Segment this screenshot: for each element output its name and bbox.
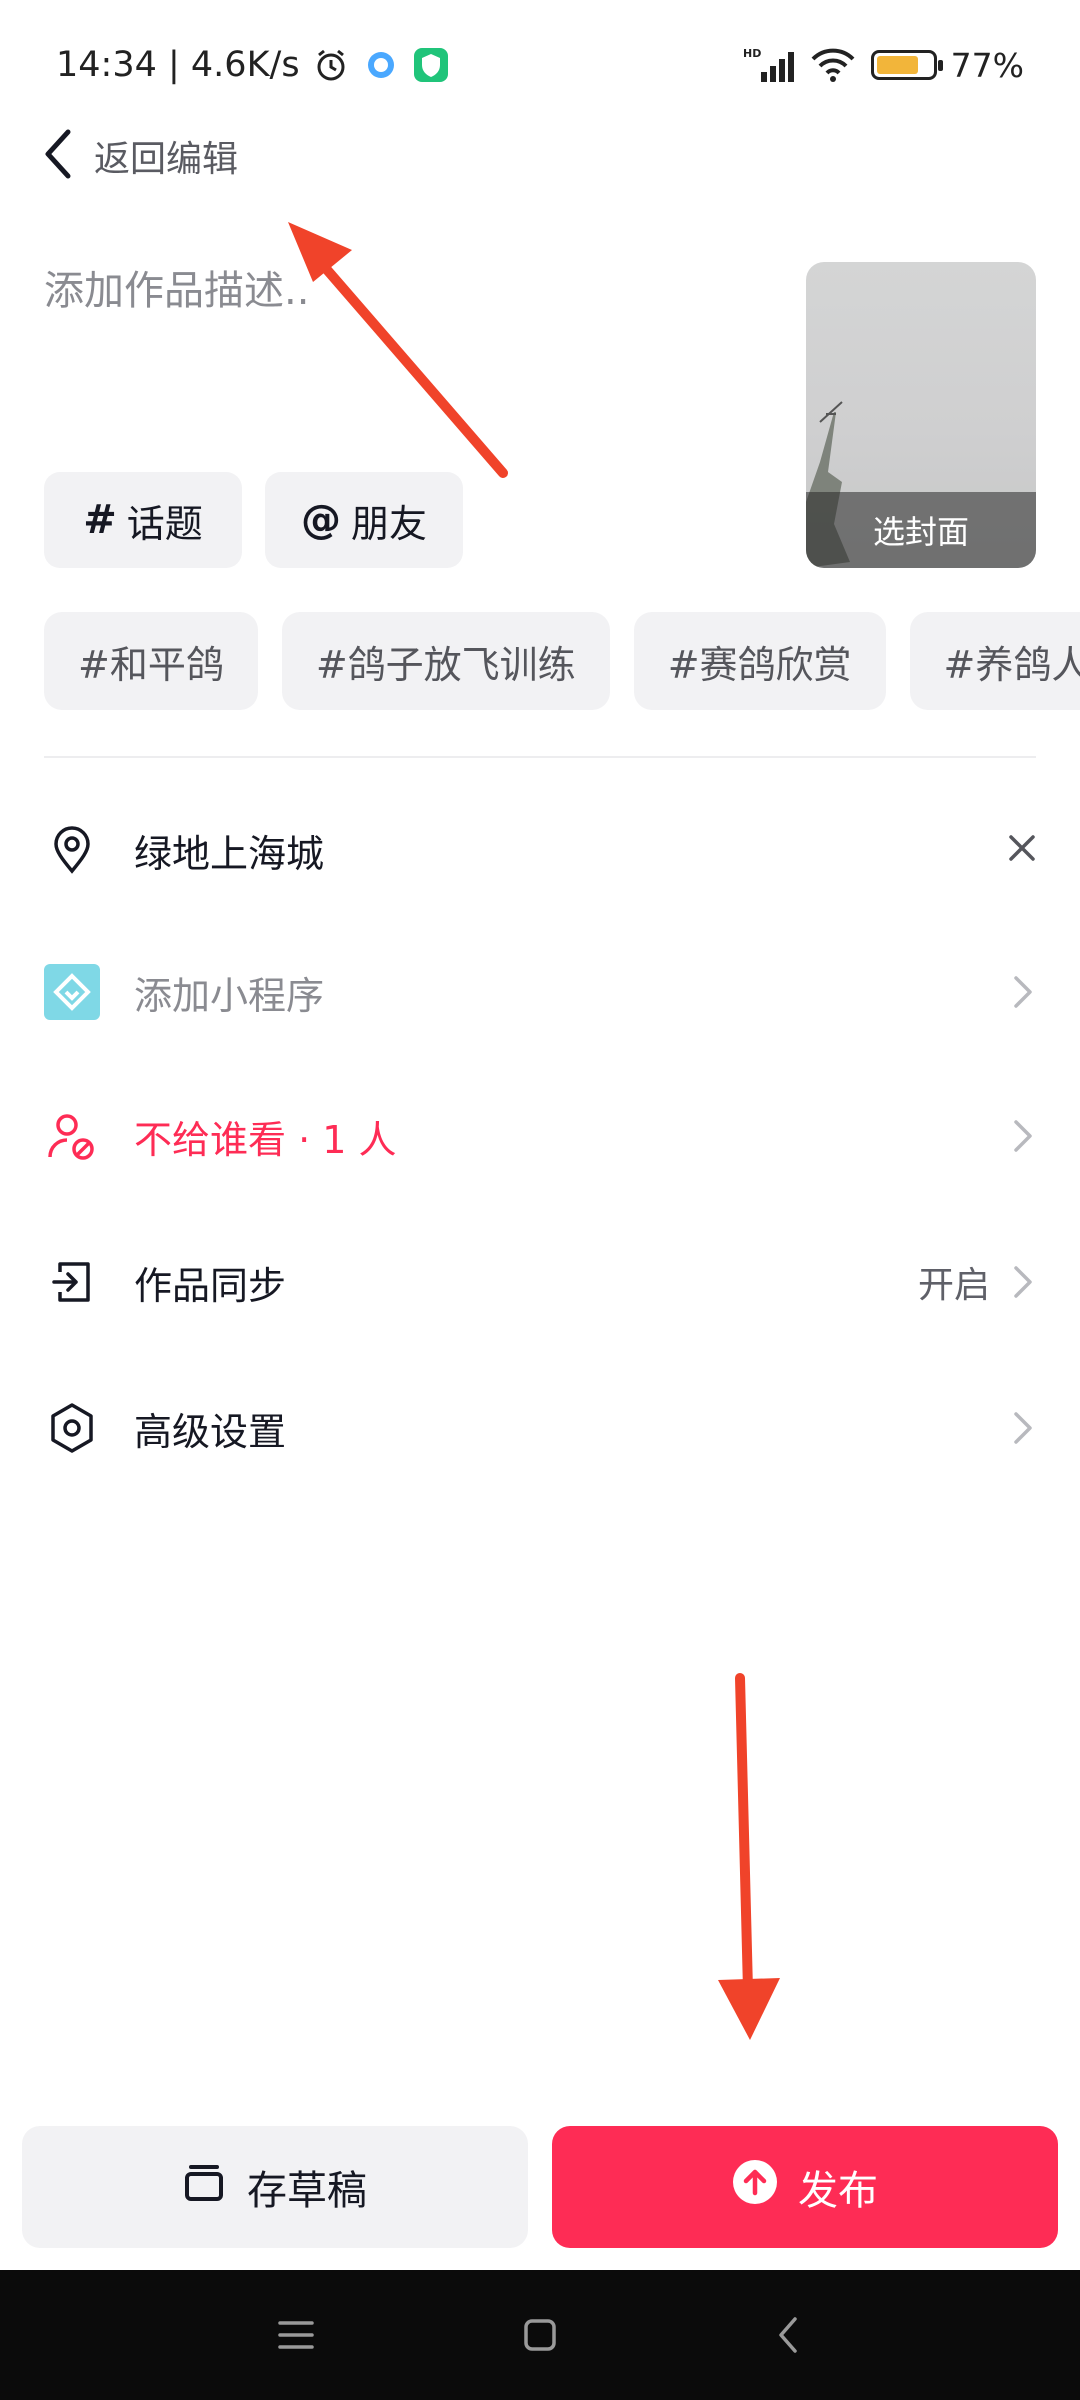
back-label: 返回编辑 bbox=[94, 139, 239, 180]
home-square-icon bbox=[524, 2319, 556, 2351]
annotation-arrow-up bbox=[288, 222, 508, 478]
remove-location-button[interactable] bbox=[1008, 830, 1036, 871]
location-pin-icon bbox=[44, 822, 100, 878]
mini-program-icon bbox=[44, 964, 100, 1020]
chevron-right-icon bbox=[1010, 1262, 1036, 1302]
battery-icon bbox=[870, 50, 943, 80]
signal-icon: HD bbox=[743, 46, 795, 84]
system-nav-bar bbox=[0, 2270, 1080, 2400]
draft-box-icon bbox=[183, 2161, 225, 2213]
mini-program-right bbox=[1010, 972, 1036, 1012]
chevron-right-icon bbox=[1010, 972, 1036, 1012]
battery-level bbox=[876, 56, 919, 74]
status-right: HD 77% bbox=[743, 40, 1024, 90]
user-block-icon bbox=[44, 1108, 100, 1164]
topic-label: 话题 bbox=[126, 501, 203, 546]
location-row[interactable]: 绿地上海城 bbox=[0, 790, 1080, 910]
mini-program-row[interactable]: 添加小程序 bbox=[0, 932, 1080, 1052]
sync-value: 开启 bbox=[917, 1265, 990, 1306]
hashtag-icon: # bbox=[83, 497, 117, 543]
recent-apps-button[interactable] bbox=[266, 2305, 326, 2365]
topic-chip[interactable]: #赛鸽欣赏 bbox=[633, 612, 886, 710]
close-icon bbox=[1008, 830, 1036, 871]
status-time: 14:34 | 4.6K/s bbox=[56, 45, 300, 85]
choose-cover-label: 选封面 bbox=[806, 492, 1036, 568]
save-draft-label: 存草稿 bbox=[247, 2168, 367, 2214]
chevron-right-icon bbox=[1010, 1408, 1036, 1448]
description-input[interactable]: 添加作品描述.. bbox=[44, 258, 309, 316]
cover-picker[interactable]: 选封面 bbox=[806, 262, 1036, 568]
back-to-edit-button[interactable]: 返回编辑 bbox=[40, 120, 238, 192]
system-back-button[interactable] bbox=[758, 2305, 818, 2365]
settings-hex-icon bbox=[44, 1400, 100, 1456]
publish-button[interactable]: 发布 bbox=[552, 2126, 1058, 2248]
location-label: 绿地上海城 bbox=[134, 831, 325, 876]
sync-label: 作品同步 bbox=[134, 1263, 287, 1308]
privacy-row[interactable]: 不给谁看 · 1 人 bbox=[0, 1076, 1080, 1196]
topic-chip[interactable]: #养鸽人 bbox=[909, 612, 1080, 710]
shield-app-icon bbox=[412, 46, 450, 84]
back-chevron-icon bbox=[40, 126, 76, 186]
status-left: 14:34 | 4.6K/s bbox=[56, 40, 450, 90]
menu-icon bbox=[278, 2321, 314, 2349]
mention-friends-button[interactable]: @ 朋友 bbox=[265, 472, 463, 568]
sync-row[interactable]: 作品同步 开启 bbox=[0, 1222, 1080, 1342]
wifi-icon bbox=[809, 46, 857, 84]
chevron-right-icon bbox=[1010, 1116, 1036, 1156]
advanced-settings-row[interactable]: 高级设置 bbox=[0, 1368, 1080, 1488]
annotation-arrow-down bbox=[718, 1673, 780, 2040]
topic-suggestions: #和平鸽 #鸽子放飞训练 #赛鸽欣赏 #养鸽人 bbox=[44, 612, 1080, 712]
privacy-right bbox=[1010, 1116, 1036, 1156]
privacy-label: 不给谁看 · 1 人 bbox=[134, 1117, 397, 1162]
alarm-icon bbox=[312, 46, 350, 84]
back-triangle-icon bbox=[779, 2317, 797, 2353]
at-icon: @ bbox=[300, 497, 341, 543]
topic-button[interactable]: # 话题 bbox=[44, 472, 242, 568]
status-bar: 14:34 | 4.6K/s HD 77% bbox=[0, 0, 1080, 126]
upload-arrow-icon bbox=[732, 2159, 778, 2215]
advanced-right bbox=[1010, 1408, 1036, 1448]
publish-label: 发布 bbox=[798, 2168, 878, 2214]
divider bbox=[44, 756, 1036, 758]
home-button[interactable] bbox=[510, 2305, 570, 2365]
svg-text:HD: HD bbox=[743, 47, 761, 60]
advanced-settings-label: 高级设置 bbox=[134, 1409, 287, 1454]
browser-icon bbox=[362, 46, 400, 84]
topic-chip[interactable]: #和平鸽 bbox=[44, 612, 258, 710]
sync-export-icon bbox=[44, 1254, 100, 1310]
topic-chip[interactable]: #鸽子放飞训练 bbox=[281, 612, 610, 710]
sync-right: 开启 bbox=[918, 1256, 1036, 1308]
friends-label: 朋友 bbox=[350, 501, 427, 546]
battery-percent: 77% bbox=[950, 45, 1024, 85]
mini-program-label: 添加小程序 bbox=[134, 973, 325, 1018]
save-draft-button[interactable]: 存草稿 bbox=[22, 2126, 528, 2248]
